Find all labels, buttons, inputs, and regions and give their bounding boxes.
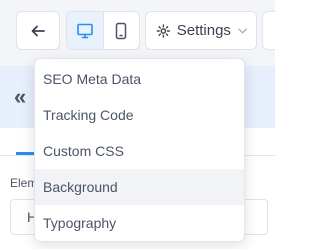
desktop-view-button[interactable] [67,12,103,49]
double-chevron-left-icon[interactable]: « [14,86,26,108]
page: Settings « Elem H SEO Meta Data Tracking… [0,0,275,249]
back-button[interactable] [16,11,60,50]
chevron-down-icon [238,28,247,33]
menu-item-seo-meta-data[interactable]: SEO Meta Data [35,61,244,97]
gear-icon [156,23,171,38]
menu-item-background[interactable]: Background [35,169,244,205]
top-toolbar: Settings [0,0,275,67]
settings-dropdown-menu: SEO Meta Data Tracking Code Custom CSS B… [34,58,245,242]
menu-item-typography[interactable]: Typography [35,205,244,241]
monitor-icon [76,23,93,38]
mobile-view-button[interactable] [102,12,140,49]
arrow-left-icon [31,25,45,36]
device-toggle [66,11,140,50]
menu-item-tracking-code[interactable]: Tracking Code [35,97,244,133]
toolbar-button-partial[interactable] [262,11,275,50]
smartphone-icon [116,22,127,39]
menu-item-custom-css[interactable]: Custom CSS [35,133,244,169]
settings-label: Settings [176,22,231,39]
settings-button[interactable]: Settings [145,11,257,50]
